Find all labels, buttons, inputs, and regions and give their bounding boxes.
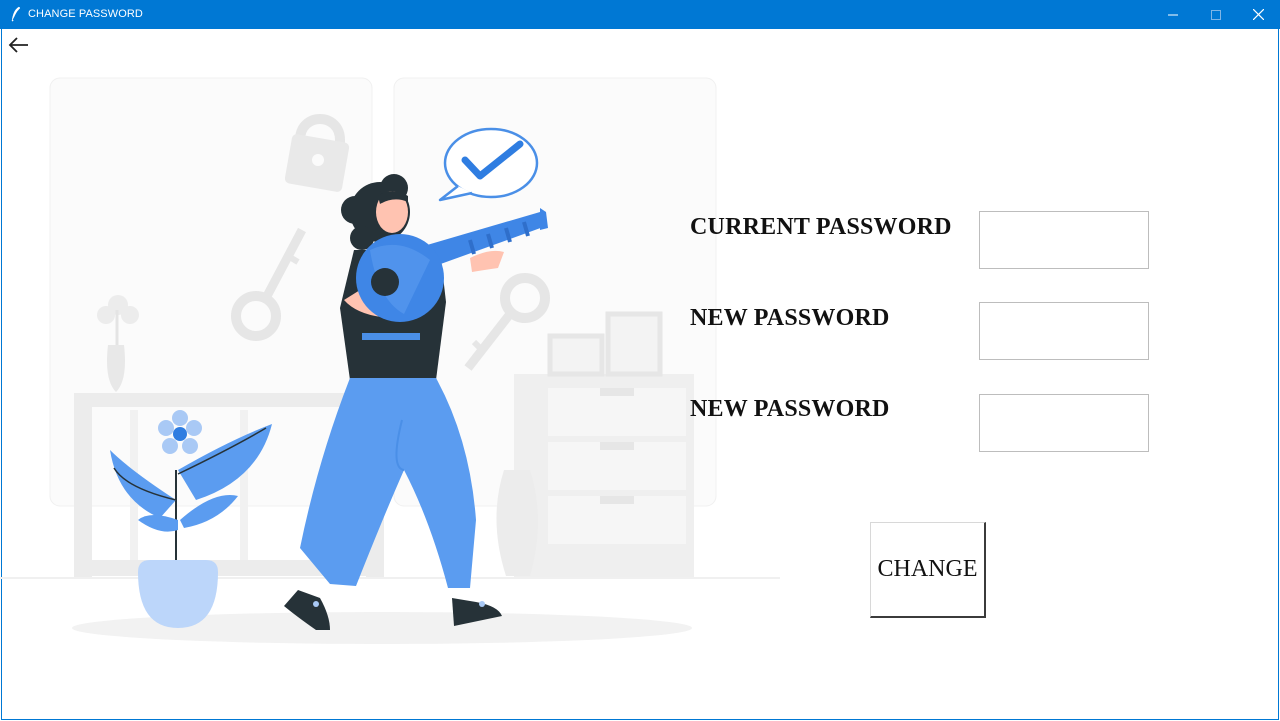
new-password-label: NEW PASSWORD bbox=[690, 305, 890, 331]
back-arrow-icon[interactable] bbox=[8, 36, 30, 54]
close-button[interactable] bbox=[1237, 0, 1280, 29]
current-password-label: CURRENT PASSWORD bbox=[690, 214, 952, 240]
maximize-button[interactable] bbox=[1194, 0, 1237, 29]
title-bar: CHANGE PASSWORD bbox=[0, 0, 1280, 29]
key-illustration bbox=[0, 77, 780, 644]
new-password-input[interactable] bbox=[979, 302, 1149, 360]
feather-icon bbox=[11, 6, 21, 22]
window-title: CHANGE PASSWORD bbox=[28, 8, 143, 20]
change-button[interactable]: CHANGE bbox=[870, 522, 986, 618]
confirm-password-label: NEW PASSWORD bbox=[690, 396, 890, 422]
maximize-icon bbox=[1210, 9, 1221, 20]
minimize-icon bbox=[1167, 14, 1178, 15]
minimize-button[interactable] bbox=[1151, 0, 1194, 29]
confirm-password-input[interactable] bbox=[979, 394, 1149, 452]
current-password-input[interactable] bbox=[979, 211, 1149, 269]
close-icon bbox=[1253, 9, 1264, 20]
